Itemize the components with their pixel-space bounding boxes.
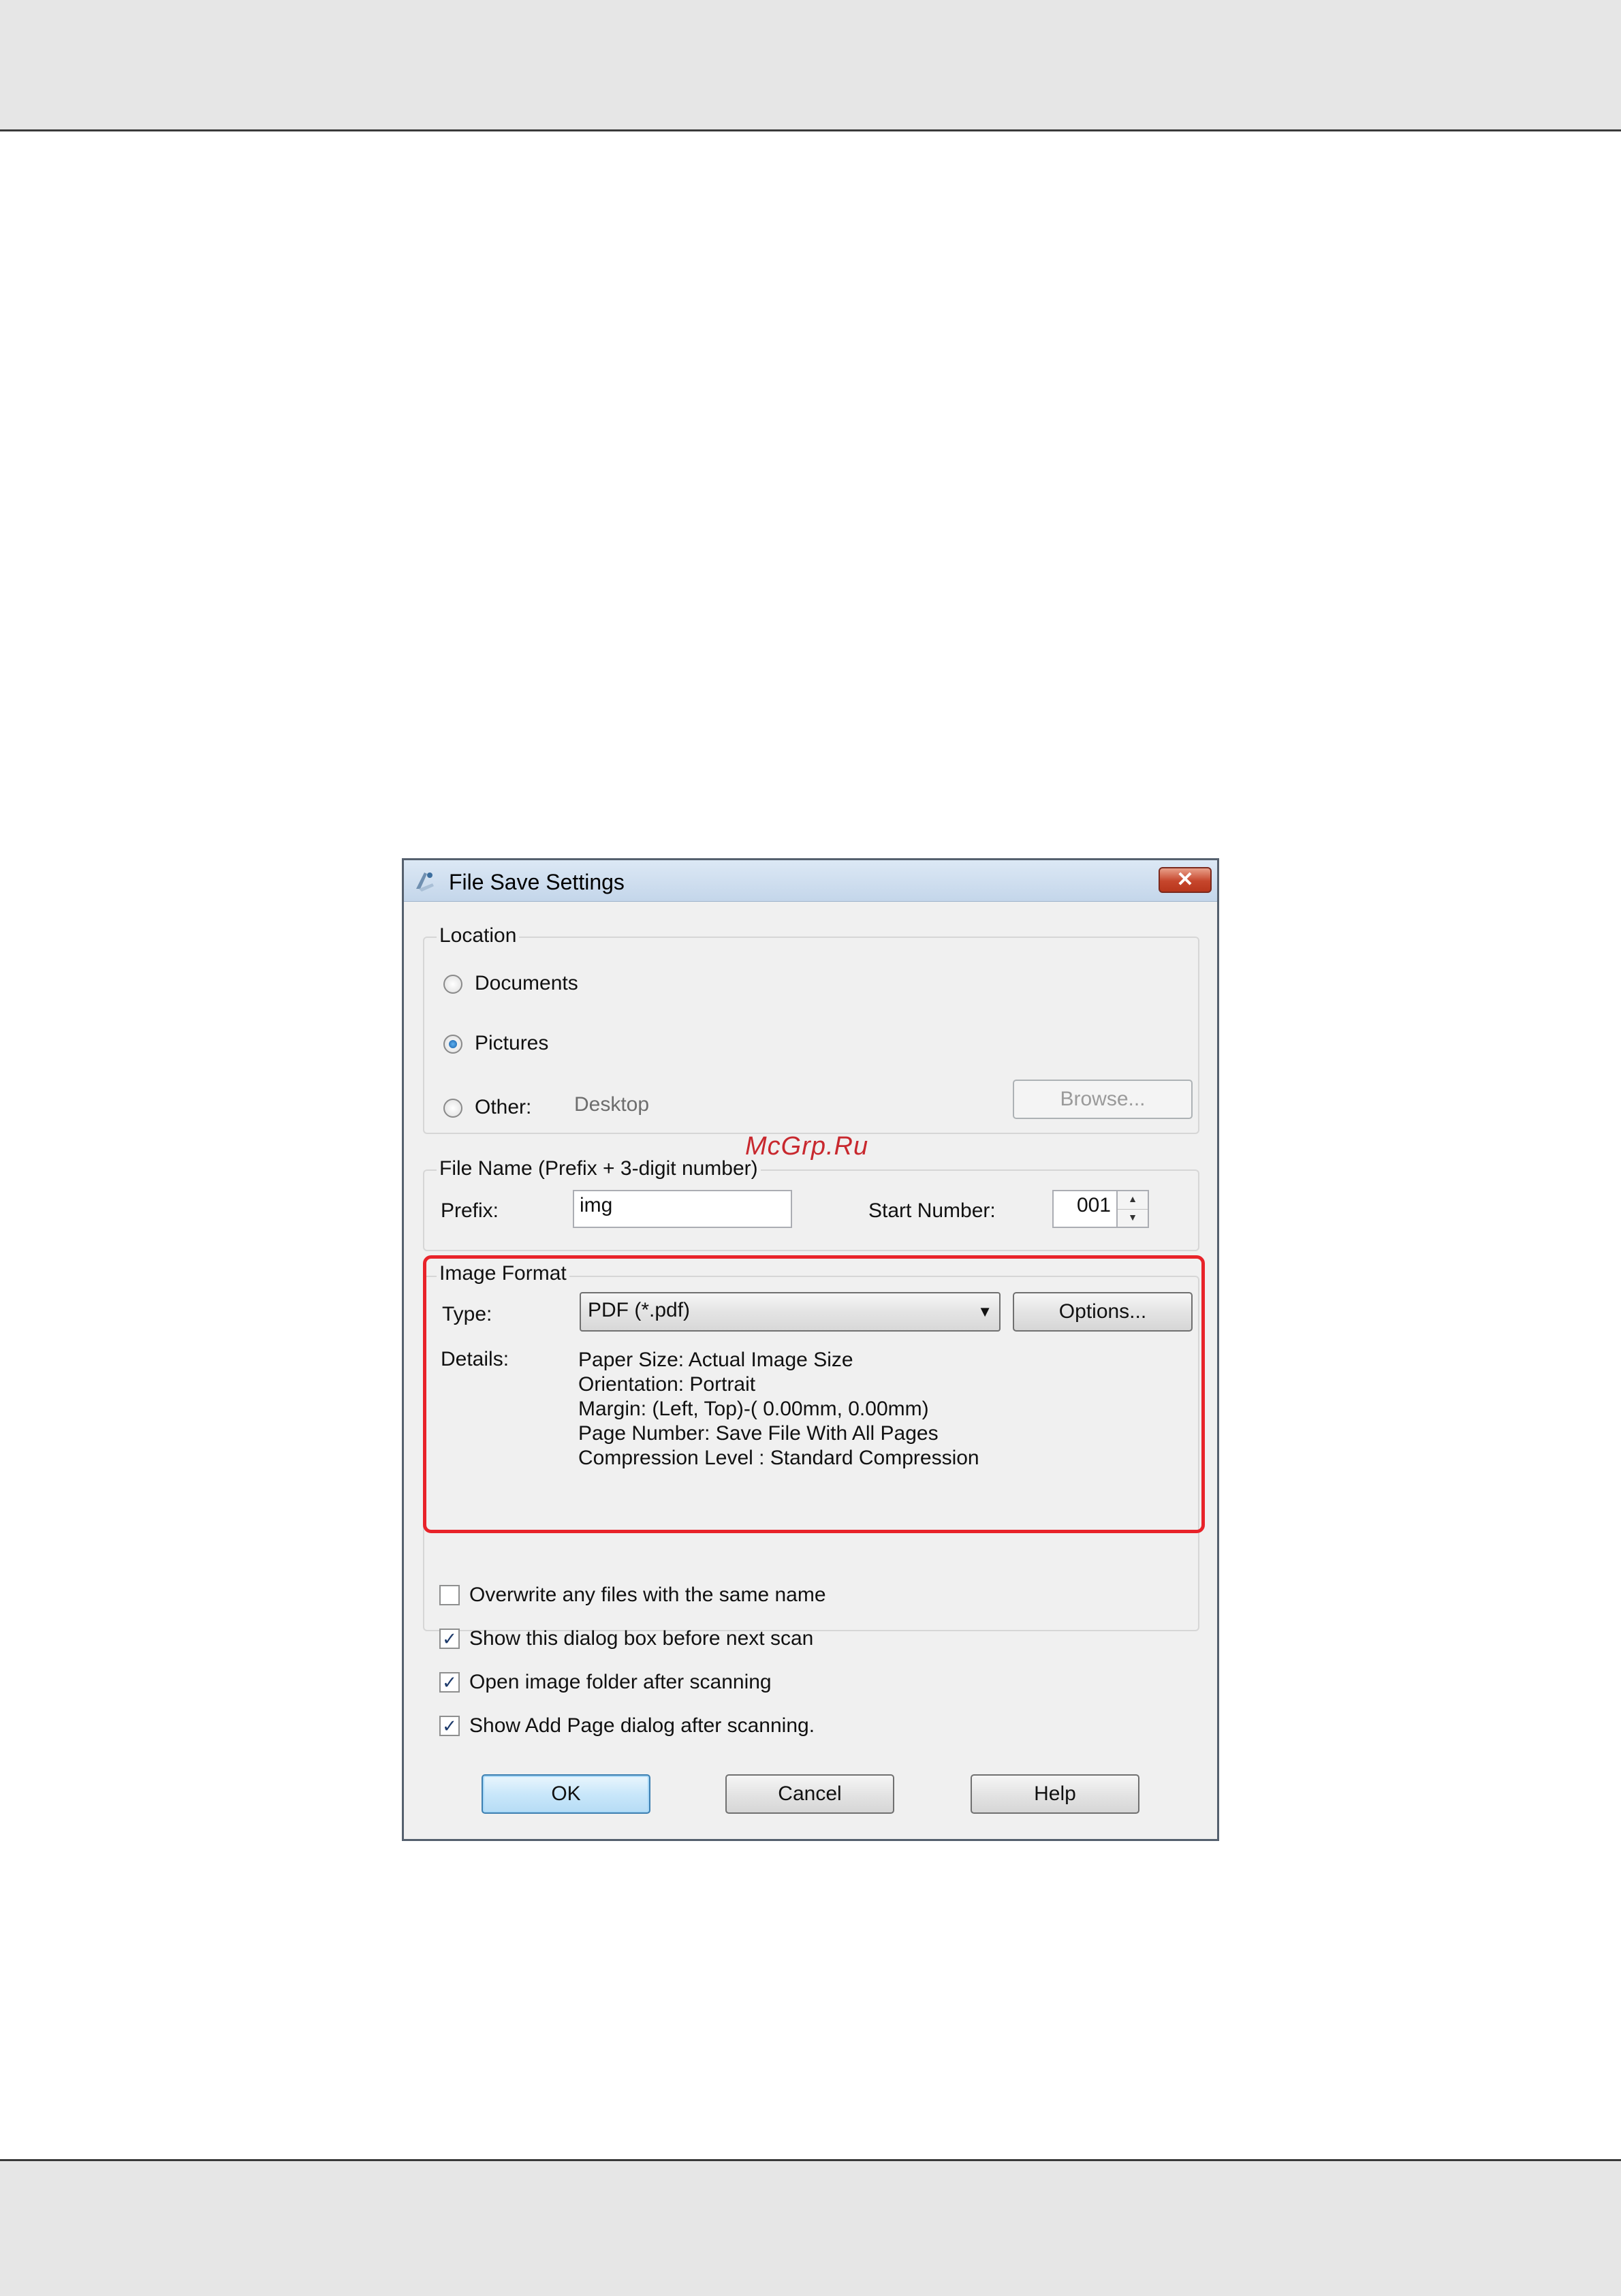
- options-button[interactable]: Options...: [1013, 1292, 1193, 1332]
- check-icon: ✓: [442, 1629, 457, 1649]
- cancel-button-label: Cancel: [778, 1782, 842, 1805]
- check-icon: ✓: [442, 1716, 457, 1736]
- help-button[interactable]: Help: [971, 1774, 1139, 1814]
- type-dropdown[interactable]: PDF (*.pdf) ▼: [580, 1292, 1001, 1332]
- location-pictures-label[interactable]: Pictures: [475, 1032, 548, 1055]
- start-number-input[interactable]: 001: [1052, 1190, 1118, 1228]
- page-footer-band: [0, 2159, 1621, 2296]
- details-line: Compression Level : Standard Compression: [578, 1447, 979, 1469]
- overwrite-checkbox[interactable]: [439, 1585, 460, 1605]
- options-button-label: Options...: [1058, 1300, 1147, 1323]
- check-icon: ✓: [442, 1672, 457, 1693]
- browse-button-label: Browse...: [1060, 1088, 1146, 1110]
- details-line: Page Number: Save File With All Pages: [578, 1422, 939, 1445]
- title-bar: File Save Settings ✕: [404, 860, 1217, 902]
- cancel-button[interactable]: Cancel: [725, 1774, 894, 1814]
- open-folder-checkbox[interactable]: ✓: [439, 1672, 460, 1693]
- file-save-settings-dialog: File Save Settings ✕ Location Documents …: [402, 858, 1219, 1841]
- browse-button[interactable]: Browse...: [1013, 1080, 1193, 1119]
- spinner-down-icon[interactable]: ▼: [1118, 1210, 1148, 1227]
- add-page-checkbox-label[interactable]: Show Add Page dialog after scanning.: [469, 1714, 815, 1737]
- close-button[interactable]: ✕: [1159, 867, 1212, 893]
- show-dialog-checkbox-label[interactable]: Show this dialog box before next scan: [469, 1627, 813, 1650]
- start-number-spinner[interactable]: ▲ ▼: [1116, 1190, 1149, 1228]
- prefix-label: Prefix:: [441, 1199, 499, 1222]
- prefix-input[interactable]: img: [573, 1190, 792, 1228]
- details-line: Paper Size: Actual Image Size: [578, 1349, 853, 1371]
- overwrite-checkbox-label[interactable]: Overwrite any files with the same name: [469, 1584, 826, 1607]
- location-other-label[interactable]: Other:: [475, 1096, 531, 1119]
- location-group-title: Location: [437, 924, 520, 947]
- open-folder-checkbox-label[interactable]: Open image folder after scanning: [469, 1671, 772, 1694]
- spinner-up-icon[interactable]: ▲: [1118, 1191, 1148, 1210]
- location-documents-label[interactable]: Documents: [475, 972, 578, 995]
- ok-button[interactable]: OK: [482, 1774, 650, 1814]
- type-label: Type:: [442, 1303, 492, 1325]
- start-number-value: 001: [1076, 1194, 1111, 1216]
- location-documents-radio[interactable]: [443, 975, 462, 994]
- watermark: McGrp.Ru: [745, 1132, 869, 1161]
- help-button-label: Help: [1034, 1782, 1076, 1805]
- image-format-group-title: Image Format: [437, 1262, 569, 1285]
- page-header-band: [0, 0, 1621, 131]
- chevron-down-icon: ▼: [977, 1303, 992, 1320]
- dialog-title: File Save Settings: [449, 870, 625, 894]
- close-icon: ✕: [1176, 868, 1194, 891]
- location-other-path: Desktop: [574, 1093, 650, 1116]
- details-line: Margin: (Left, Top)-( 0.00mm, 0.00mm): [578, 1398, 929, 1420]
- add-page-checkbox[interactable]: ✓: [439, 1716, 460, 1736]
- location-pictures-radio[interactable]: [443, 1035, 462, 1054]
- ok-button-label: OK: [551, 1782, 581, 1805]
- scanner-app-icon: [416, 872, 434, 892]
- details-line: Orientation: Portrait: [578, 1373, 756, 1396]
- show-dialog-checkbox[interactable]: ✓: [439, 1629, 460, 1649]
- location-other-radio[interactable]: [443, 1099, 462, 1118]
- prefix-input-value: img: [580, 1194, 613, 1216]
- details-label: Details:: [441, 1348, 509, 1370]
- type-dropdown-value: PDF (*.pdf): [588, 1299, 691, 1321]
- file-name-group-title: File Name (Prefix + 3-digit number): [437, 1157, 761, 1180]
- start-number-label: Start Number:: [868, 1199, 996, 1222]
